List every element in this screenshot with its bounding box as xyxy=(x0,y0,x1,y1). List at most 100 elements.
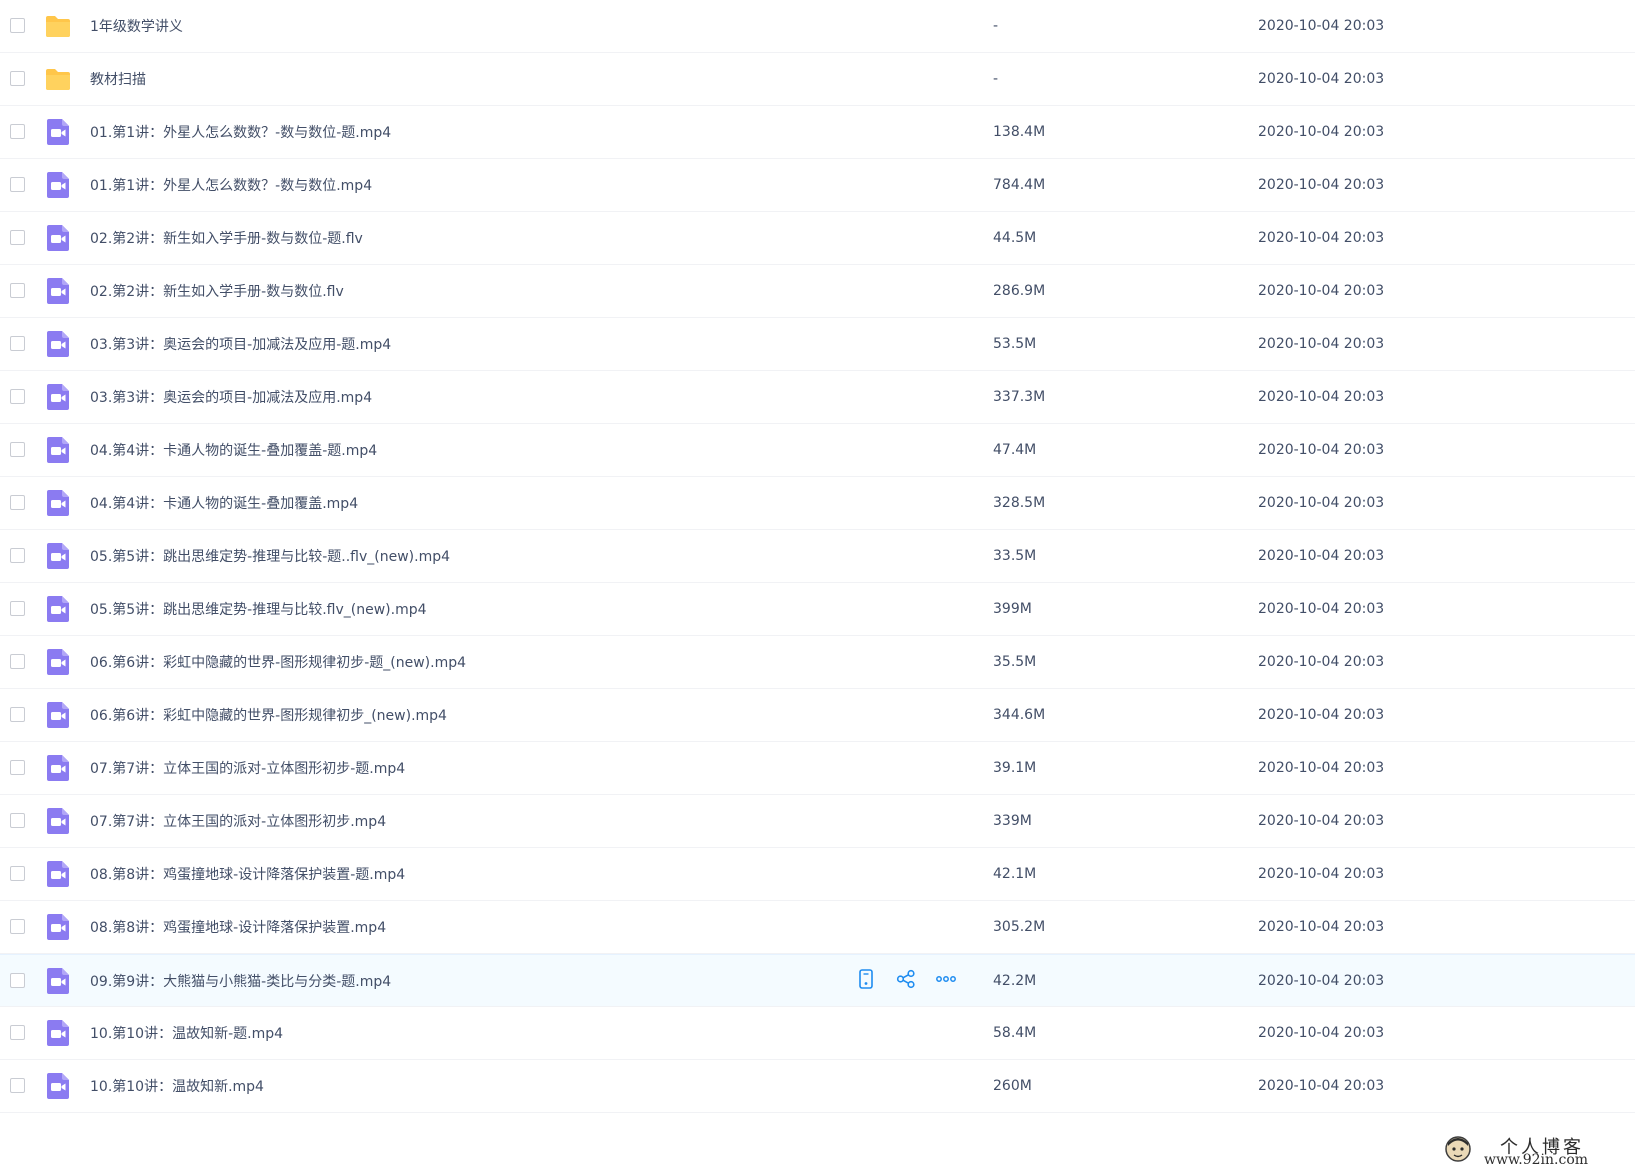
file-name-link[interactable]: 10.第10讲：温故知新-题.mp4 xyxy=(90,1023,283,1043)
row-checkbox[interactable] xyxy=(10,124,25,139)
modified-date: 2020-10-04 20:03 xyxy=(1258,336,1385,352)
file-name-link[interactable]: 10.第10讲：温故知新.mp4 xyxy=(90,1076,264,1096)
modified-date: 2020-10-04 20:03 xyxy=(1258,283,1385,299)
file-row[interactable]: 03.第3讲：奥运会的项目-加减法及应用-题.mp4 53.5M 2020-10-0… xyxy=(0,318,1635,371)
row-checkbox[interactable] xyxy=(10,230,25,245)
file-name-link[interactable]: 06.第6讲：彩虹中隐藏的世界-图形规律初步_(new).mp4 xyxy=(90,705,447,725)
file-row[interactable]: 08.第8讲：鸡蛋撞地球-设计降落保护装置-题.mp4 42.1M 2020-10-… xyxy=(0,848,1635,901)
video-file-icon xyxy=(44,383,72,411)
file-name-link[interactable]: 06.第6讲：彩虹中隐藏的世界-图形规律初步-题_(new).mp4 xyxy=(90,652,466,672)
file-size: 337.3M xyxy=(993,389,1046,405)
file-row[interactable]: 10.第10讲：温故知新-题.mp4 58.4M 2020-10-04 20:03 xyxy=(0,1007,1635,1060)
file-row[interactable]: 07.第7讲：立体王国的派对-立体图形初步-题.mp4 39.1M 2020-10-… xyxy=(0,742,1635,795)
file-row[interactable]: 01.第1讲：外星人怎么数数？-数与数位.mp4 784.4M 2020-10-04… xyxy=(0,159,1635,212)
file-size: 328.5M xyxy=(993,495,1046,511)
file-name-link[interactable]: 05.第5讲：跳出思维定势-推理与比较.flv_(new).mp4 xyxy=(90,599,427,619)
row-checkbox[interactable] xyxy=(10,336,25,351)
avatar-icon xyxy=(1445,1136,1471,1162)
file-name-link[interactable]: 03.第3讲：奥运会的项目-加减法及应用-题.mp4 xyxy=(90,334,391,354)
file-row[interactable]: 08.第8讲：鸡蛋撞地球-设计降落保护装置.mp4 305.2M 2020-10-0… xyxy=(0,901,1635,954)
file-row[interactable]: 06.第6讲：彩虹中隐藏的世界-图形规律初步-题_(new).mp4 35.5M 2… xyxy=(0,636,1635,689)
file-name-link[interactable]: 07.第7讲：立体王国的派对-立体图形初步.mp4 xyxy=(90,811,386,831)
video-file-icon xyxy=(44,1072,72,1100)
row-checkbox[interactable] xyxy=(10,18,25,33)
folder-icon xyxy=(44,12,72,40)
file-name-link[interactable]: 03.第3讲：奥运会的项目-加减法及应用.mp4 xyxy=(90,387,372,407)
row-checkbox[interactable] xyxy=(10,177,25,192)
file-row[interactable]: 02.第2讲：新生如入学手册-数与数位.flv 286.9M 2020-10-04 … xyxy=(0,265,1635,318)
file-size: - xyxy=(993,18,999,34)
modified-date: 2020-10-04 20:03 xyxy=(1258,1025,1385,1041)
file-row[interactable]: 05.第5讲：跳出思维定势-推理与比较-题..flv_(new).mp4 33.5… xyxy=(0,530,1635,583)
file-name-link[interactable]: 02.第2讲：新生如入学手册-数与数位.flv xyxy=(90,281,344,301)
video-file-icon xyxy=(44,595,72,623)
file-name-link[interactable]: 08.第8讲：鸡蛋撞地球-设计降落保护装置-题.mp4 xyxy=(90,864,405,884)
file-name-link[interactable]: 04.第4讲：卡通人物的诞生-叠加覆盖.mp4 xyxy=(90,493,358,513)
file-name-link[interactable]: 1年级数学讲义 xyxy=(90,16,183,36)
file-row[interactable]: 03.第3讲：奥运会的项目-加减法及应用.mp4 337.3M 2020-10-04… xyxy=(0,371,1635,424)
row-actions xyxy=(855,968,957,992)
file-row[interactable]: 教材扫描 - 2020-10-04 20:03 xyxy=(0,53,1635,106)
video-file-icon xyxy=(44,860,72,888)
modified-date: 2020-10-04 20:03 xyxy=(1258,389,1385,405)
row-checkbox[interactable] xyxy=(10,1025,25,1040)
file-row[interactable]: 04.第4讲：卡通人物的诞生-叠加覆盖.mp4 328.5M 2020-10-04 … xyxy=(0,477,1635,530)
row-checkbox[interactable] xyxy=(10,389,25,404)
file-row[interactable]: 02.第2讲：新生如入学手册-数与数位-题.flv 44.5M 2020-10-04… xyxy=(0,212,1635,265)
file-name-link[interactable]: 04.第4讲：卡通人物的诞生-叠加覆盖-题.mp4 xyxy=(90,440,377,460)
file-size: 53.5M xyxy=(993,336,1037,352)
file-row[interactable]: 04.第4讲：卡通人物的诞生-叠加覆盖-题.mp4 47.4M 2020-10-04… xyxy=(0,424,1635,477)
file-name-link[interactable]: 01.第1讲：外星人怎么数数？-数与数位-题.mp4 xyxy=(90,122,391,142)
watermark: 个人博客 www.92in.com xyxy=(1440,1131,1620,1171)
file-name-link[interactable]: 教材扫描 xyxy=(90,69,146,89)
file-size: 339M xyxy=(993,813,1032,829)
row-checkbox[interactable] xyxy=(10,813,25,828)
row-checkbox[interactable] xyxy=(10,1078,25,1093)
row-checkbox[interactable] xyxy=(10,601,25,616)
share-button[interactable] xyxy=(895,969,917,992)
row-checkbox[interactable] xyxy=(10,760,25,775)
file-row[interactable]: 05.第5讲：跳出思维定势-推理与比较.flv_(new).mp4 399M 202… xyxy=(0,583,1635,636)
file-row[interactable]: 01.第1讲：外星人怎么数数？-数与数位-题.mp4 138.4M 2020-10-… xyxy=(0,106,1635,159)
row-checkbox[interactable] xyxy=(10,442,25,457)
row-checkbox[interactable] xyxy=(10,707,25,722)
video-file-icon xyxy=(44,224,72,252)
file-name-link[interactable]: 05.第5讲：跳出思维定势-推理与比较-题..flv_(new).mp4 xyxy=(90,546,450,566)
modified-date: 2020-10-04 20:03 xyxy=(1258,124,1385,140)
file-size: 39.1M xyxy=(993,760,1037,776)
send-to-phone-button[interactable] xyxy=(855,968,877,992)
row-checkbox[interactable] xyxy=(10,548,25,563)
file-size: 286.9M xyxy=(993,283,1046,299)
modified-date: 2020-10-04 20:03 xyxy=(1258,813,1385,829)
video-file-icon xyxy=(44,277,72,305)
file-row[interactable]: 10.第10讲：温故知新.mp4 260M 2020-10-04 20:03 xyxy=(0,1060,1635,1113)
modified-date: 2020-10-04 20:03 xyxy=(1258,18,1385,34)
row-checkbox[interactable] xyxy=(10,71,25,86)
file-size: 42.2M xyxy=(993,972,1037,989)
file-row[interactable]: 1年级数学讲义 - 2020-10-04 20:03 xyxy=(0,0,1635,53)
more-icon xyxy=(935,968,957,994)
file-size: 35.5M xyxy=(993,654,1037,670)
row-checkbox[interactable] xyxy=(10,919,25,934)
file-list: 1年级数学讲义 - 2020-10-04 20:03 教材扫描 - 2020-10-04… xyxy=(0,0,1635,1113)
video-file-icon xyxy=(44,330,72,358)
file-name-link[interactable]: 07.第7讲：立体王国的派对-立体图形初步-题.mp4 xyxy=(90,758,405,778)
file-name-link[interactable]: 01.第1讲：外星人怎么数数？-数与数位.mp4 xyxy=(90,175,372,195)
modified-date: 2020-10-04 20:03 xyxy=(1258,230,1385,246)
file-name-link[interactable]: 08.第8讲：鸡蛋撞地球-设计降落保护装置.mp4 xyxy=(90,917,386,937)
file-row[interactable]: 09.第9讲：大熊猫与小熊猫-类比与分类-题.mp4 42.2M 2020-10-0… xyxy=(0,954,1635,1007)
file-name-link[interactable]: 02.第2讲：新生如入学手册-数与数位-题.flv xyxy=(90,228,363,248)
folder-icon xyxy=(44,65,72,93)
row-checkbox[interactable] xyxy=(10,283,25,298)
row-checkbox[interactable] xyxy=(10,654,25,669)
modified-date: 2020-10-04 20:03 xyxy=(1258,654,1385,670)
file-row[interactable]: 07.第7讲：立体王国的派对-立体图形初步.mp4 339M 2020-10-04 … xyxy=(0,795,1635,848)
row-checkbox[interactable] xyxy=(10,866,25,881)
row-checkbox[interactable] xyxy=(10,495,25,510)
file-row[interactable]: 06.第6讲：彩虹中隐藏的世界-图形规律初步_(new).mp4 344.6M 20… xyxy=(0,689,1635,742)
row-checkbox[interactable] xyxy=(10,972,25,988)
file-size: 784.4M xyxy=(993,177,1046,193)
watermark-url: www.92in.com xyxy=(1484,1152,1589,1168)
file-name-link[interactable]: 09.第9讲：大熊猫与小熊猫-类比与分类-题.mp4 xyxy=(90,971,391,991)
more-button[interactable] xyxy=(935,970,957,992)
